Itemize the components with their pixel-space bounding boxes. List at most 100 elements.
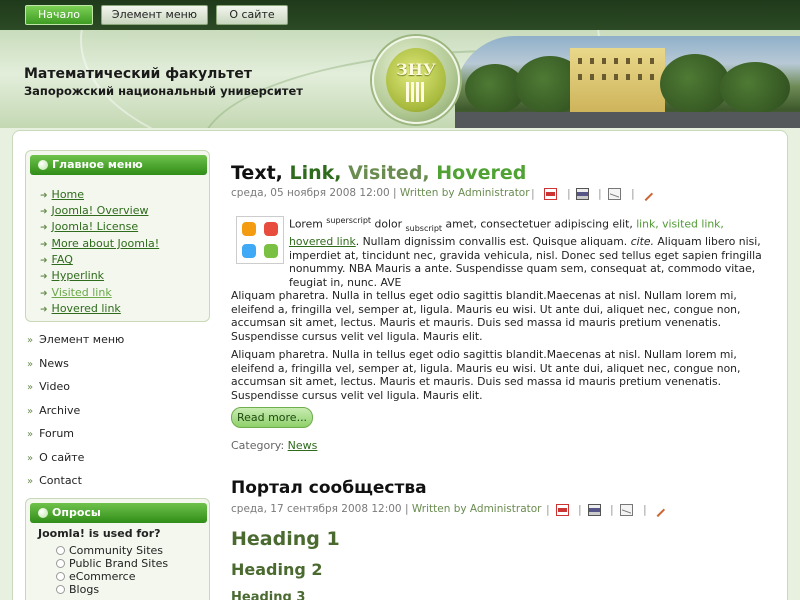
radio-icon[interactable]: [56, 585, 65, 594]
intro-visited-link[interactable]: visited link,: [662, 218, 724, 231]
meta-separator: |: [578, 503, 582, 516]
main-menu-link[interactable]: FAQ: [52, 253, 73, 266]
poll-option-label: Blogs: [69, 583, 100, 596]
print-icon[interactable]: [576, 188, 589, 200]
poll-option[interactable]: Community Sites: [56, 544, 163, 557]
poll-question: Joomla! is used for?: [38, 527, 161, 540]
meta-separator: |: [531, 187, 535, 200]
meta-separator: |: [610, 503, 614, 516]
poll-option[interactable]: Public Brand Sites: [56, 557, 168, 570]
main-menu-link[interactable]: Joomla! License: [52, 220, 139, 233]
title-hovered[interactable]: Hovered: [436, 162, 526, 184]
street: [455, 112, 800, 128]
main-menu-item[interactable]: ➜ Joomla! License: [40, 220, 138, 233]
article-paragraph: Aliquam pharetra. Nulla in tellus eget o…: [231, 289, 741, 343]
article-author: Written by Administrator: [411, 503, 542, 515]
article-date: среда, 05 ноября 2008 12:00: [231, 187, 390, 199]
article-intro: Lorem superscript dolor subscript amet, …: [289, 216, 762, 289]
double-arrow-icon: »: [27, 429, 34, 440]
polls-box: Опросы Joomla! is used for? Community Si…: [25, 498, 210, 600]
tab-home[interactable]: Начало: [25, 5, 93, 25]
arrow-icon: ➜: [40, 223, 48, 233]
article-title: Text, Link, Visited, Hovered: [231, 162, 526, 184]
article-paragraph: Aliquam pharetra. Nulla in tellus eget o…: [231, 348, 741, 402]
main-menu-link[interactable]: Hovered link: [52, 302, 121, 315]
read-more-button[interactable]: Read more...: [231, 407, 313, 428]
article-category: Category: News: [231, 439, 317, 452]
arrow-icon: ➜: [40, 305, 48, 315]
poll-option[interactable]: eCommerce: [56, 570, 135, 583]
radio-icon[interactable]: [56, 572, 65, 581]
pdf-icon[interactable]: [556, 504, 569, 516]
university-building-photo: [455, 36, 800, 128]
meta-separator: |: [546, 503, 550, 516]
main-menu-link[interactable]: Joomla! Overview: [52, 204, 149, 217]
email-icon[interactable]: [620, 504, 633, 516]
main-menu-item[interactable]: ➜ Home: [40, 188, 84, 201]
tree: [720, 62, 790, 114]
intro-hovered-link[interactable]: hovered link: [289, 235, 356, 248]
main-menu-box: Главное меню ➜ Home ➜ Joomla! Overview ➜ Jo…: [25, 150, 210, 322]
column-icon: [406, 82, 426, 102]
double-arrow-icon: »: [27, 476, 34, 487]
secondary-menu-item[interactable]: » Forum: [27, 427, 74, 443]
secondary-menu-label: Video: [39, 380, 70, 393]
secondary-menu-item[interactable]: » Video: [27, 380, 70, 396]
building: [570, 48, 665, 114]
secondary-menu-item[interactable]: » Contact: [27, 474, 82, 490]
secondary-menu-item[interactable]: » О сайте: [27, 451, 84, 467]
arrow-icon: ➜: [40, 240, 48, 250]
meta-separator: |: [404, 503, 409, 515]
site-header: Математический факультет Запорожский нац…: [0, 30, 800, 128]
secondary-menu-label: Элемент меню: [39, 333, 125, 346]
meta-separator: |: [567, 187, 571, 200]
poll-option[interactable]: Blogs: [56, 583, 99, 596]
main-menu-item[interactable]: ➜ More about Joomla!: [40, 237, 159, 250]
meta-separator: |: [393, 187, 397, 199]
polls-title: Опросы: [30, 503, 207, 523]
university-title: Запорожский национальный университет: [24, 84, 303, 98]
title-visited[interactable]: Visited,: [348, 162, 430, 184]
secondary-menu-label: Forum: [39, 427, 74, 440]
secondary-menu-item[interactable]: » Элемент меню: [27, 333, 124, 349]
main-menu-link[interactable]: More about Joomla!: [52, 237, 160, 250]
subscript-text: subscript: [405, 223, 443, 233]
poll-option-label: Public Brand Sites: [69, 557, 169, 570]
radio-icon[interactable]: [56, 546, 65, 555]
faculty-title: Математический факультет: [24, 66, 252, 82]
article-author: Written by Administrator: [399, 187, 530, 199]
secondary-menu-item[interactable]: » News: [27, 357, 69, 373]
main-menu-item[interactable]: ➜ FAQ: [40, 253, 73, 266]
heading-3: Heading 3: [231, 590, 306, 600]
category-link[interactable]: News: [288, 439, 318, 452]
main-menu-link[interactable]: Visited link: [52, 286, 112, 299]
main-menu-link[interactable]: Hyperlink: [52, 269, 105, 282]
main-menu-item[interactable]: ➜ Visited link: [40, 286, 112, 299]
print-icon[interactable]: [588, 504, 601, 516]
arrow-icon: ➜: [40, 207, 48, 217]
university-logo: ЗНУ: [372, 36, 460, 124]
pdf-icon[interactable]: [544, 188, 557, 200]
category-label: Category:: [231, 439, 285, 452]
email-icon[interactable]: [608, 188, 621, 200]
title-link[interactable]: Link,: [290, 162, 342, 184]
main-menu-item[interactable]: ➜ Joomla! Overview: [40, 204, 148, 217]
double-arrow-icon: »: [27, 406, 34, 417]
intro-link[interactable]: link,: [636, 218, 659, 231]
secondary-menu-label: Contact: [39, 474, 82, 487]
double-arrow-icon: »: [27, 453, 34, 464]
arrow-icon: ➜: [40, 272, 48, 282]
main-menu-link[interactable]: Home: [52, 188, 84, 201]
article-meta: среда, 17 сентября 2008 12:00 | Written …: [231, 503, 541, 515]
radio-icon[interactable]: [56, 559, 65, 568]
top-navigation: Начало Элемент меню О сайте: [0, 0, 800, 30]
article-date: среда, 17 сентября 2008 12:00: [231, 503, 402, 515]
heading-1: Heading 1: [231, 528, 340, 550]
poll-option-label: eCommerce: [69, 570, 136, 583]
tab-menu-item[interactable]: Элемент меню: [101, 5, 208, 25]
secondary-menu-item[interactable]: » Archive: [27, 404, 80, 420]
main-menu-item[interactable]: ➜ Hovered link: [40, 302, 121, 315]
main-menu-item[interactable]: ➜ Hyperlink: [40, 269, 104, 282]
tab-about[interactable]: О сайте: [216, 5, 288, 25]
arrow-icon: ➜: [40, 289, 48, 299]
